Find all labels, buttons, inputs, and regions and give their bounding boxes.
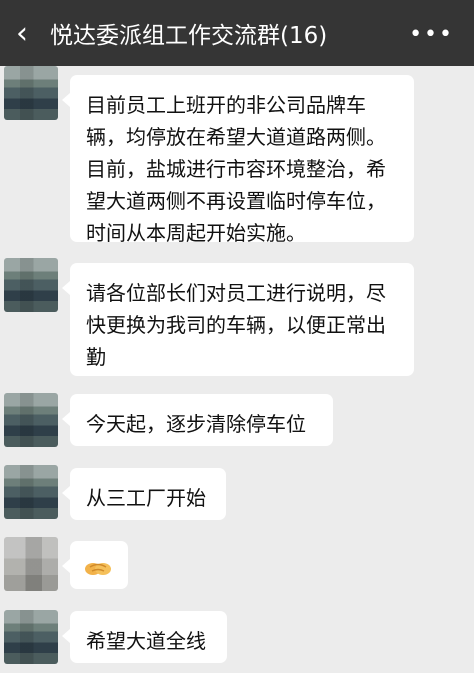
message-text: 目前员工上班开的非公司品牌车辆，均停放在希望大道道路两侧。目前，盐城进行市容环境… <box>86 93 386 245</box>
message-text: 从三工厂开始 <box>86 486 206 510</box>
message-text: 希望大道全线 <box>86 629 206 653</box>
avatar[interactable] <box>4 610 58 664</box>
avatar[interactable] <box>4 465 58 519</box>
chevron-left-icon: ‹ <box>16 15 28 51</box>
more-options-button[interactable]: ••• <box>409 22 454 47</box>
avatar[interactable] <box>4 393 58 447</box>
handshake-icon <box>85 563 111 575</box>
message-text: 请各位部长们对员工进行说明，尽快更换为我司的车辆，以便正常出勤 <box>86 281 386 369</box>
message-text: 今天起，逐步清除停车位 <box>86 412 306 436</box>
avatar[interactable] <box>4 258 58 312</box>
chat-title: 悦达委派组工作交流群(16) <box>50 23 328 49</box>
message-bubble[interactable] <box>62 541 128 589</box>
message-bubble[interactable]: 今天起，逐步清除停车位 <box>62 394 333 446</box>
ellipsis-icon: ••• <box>409 22 454 47</box>
message-bubble[interactable]: 希望大道全线 <box>62 611 227 663</box>
back-button[interactable]: ‹ <box>0 0 44 66</box>
avatar[interactable] <box>4 66 58 120</box>
avatar[interactable] <box>4 537 58 591</box>
message-bubble[interactable]: 从三工厂开始 <box>62 468 226 520</box>
chat-header: ‹ 悦达委派组工作交流群(16) ••• <box>0 0 474 66</box>
message-bubble[interactable]: 目前员工上班开的非公司品牌车辆，均停放在希望大道道路两侧。目前，盐城进行市容环境… <box>62 75 414 245</box>
message-bubble[interactable]: 请各位部长们对员工进行说明，尽快更换为我司的车辆，以便正常出勤 <box>62 263 414 376</box>
